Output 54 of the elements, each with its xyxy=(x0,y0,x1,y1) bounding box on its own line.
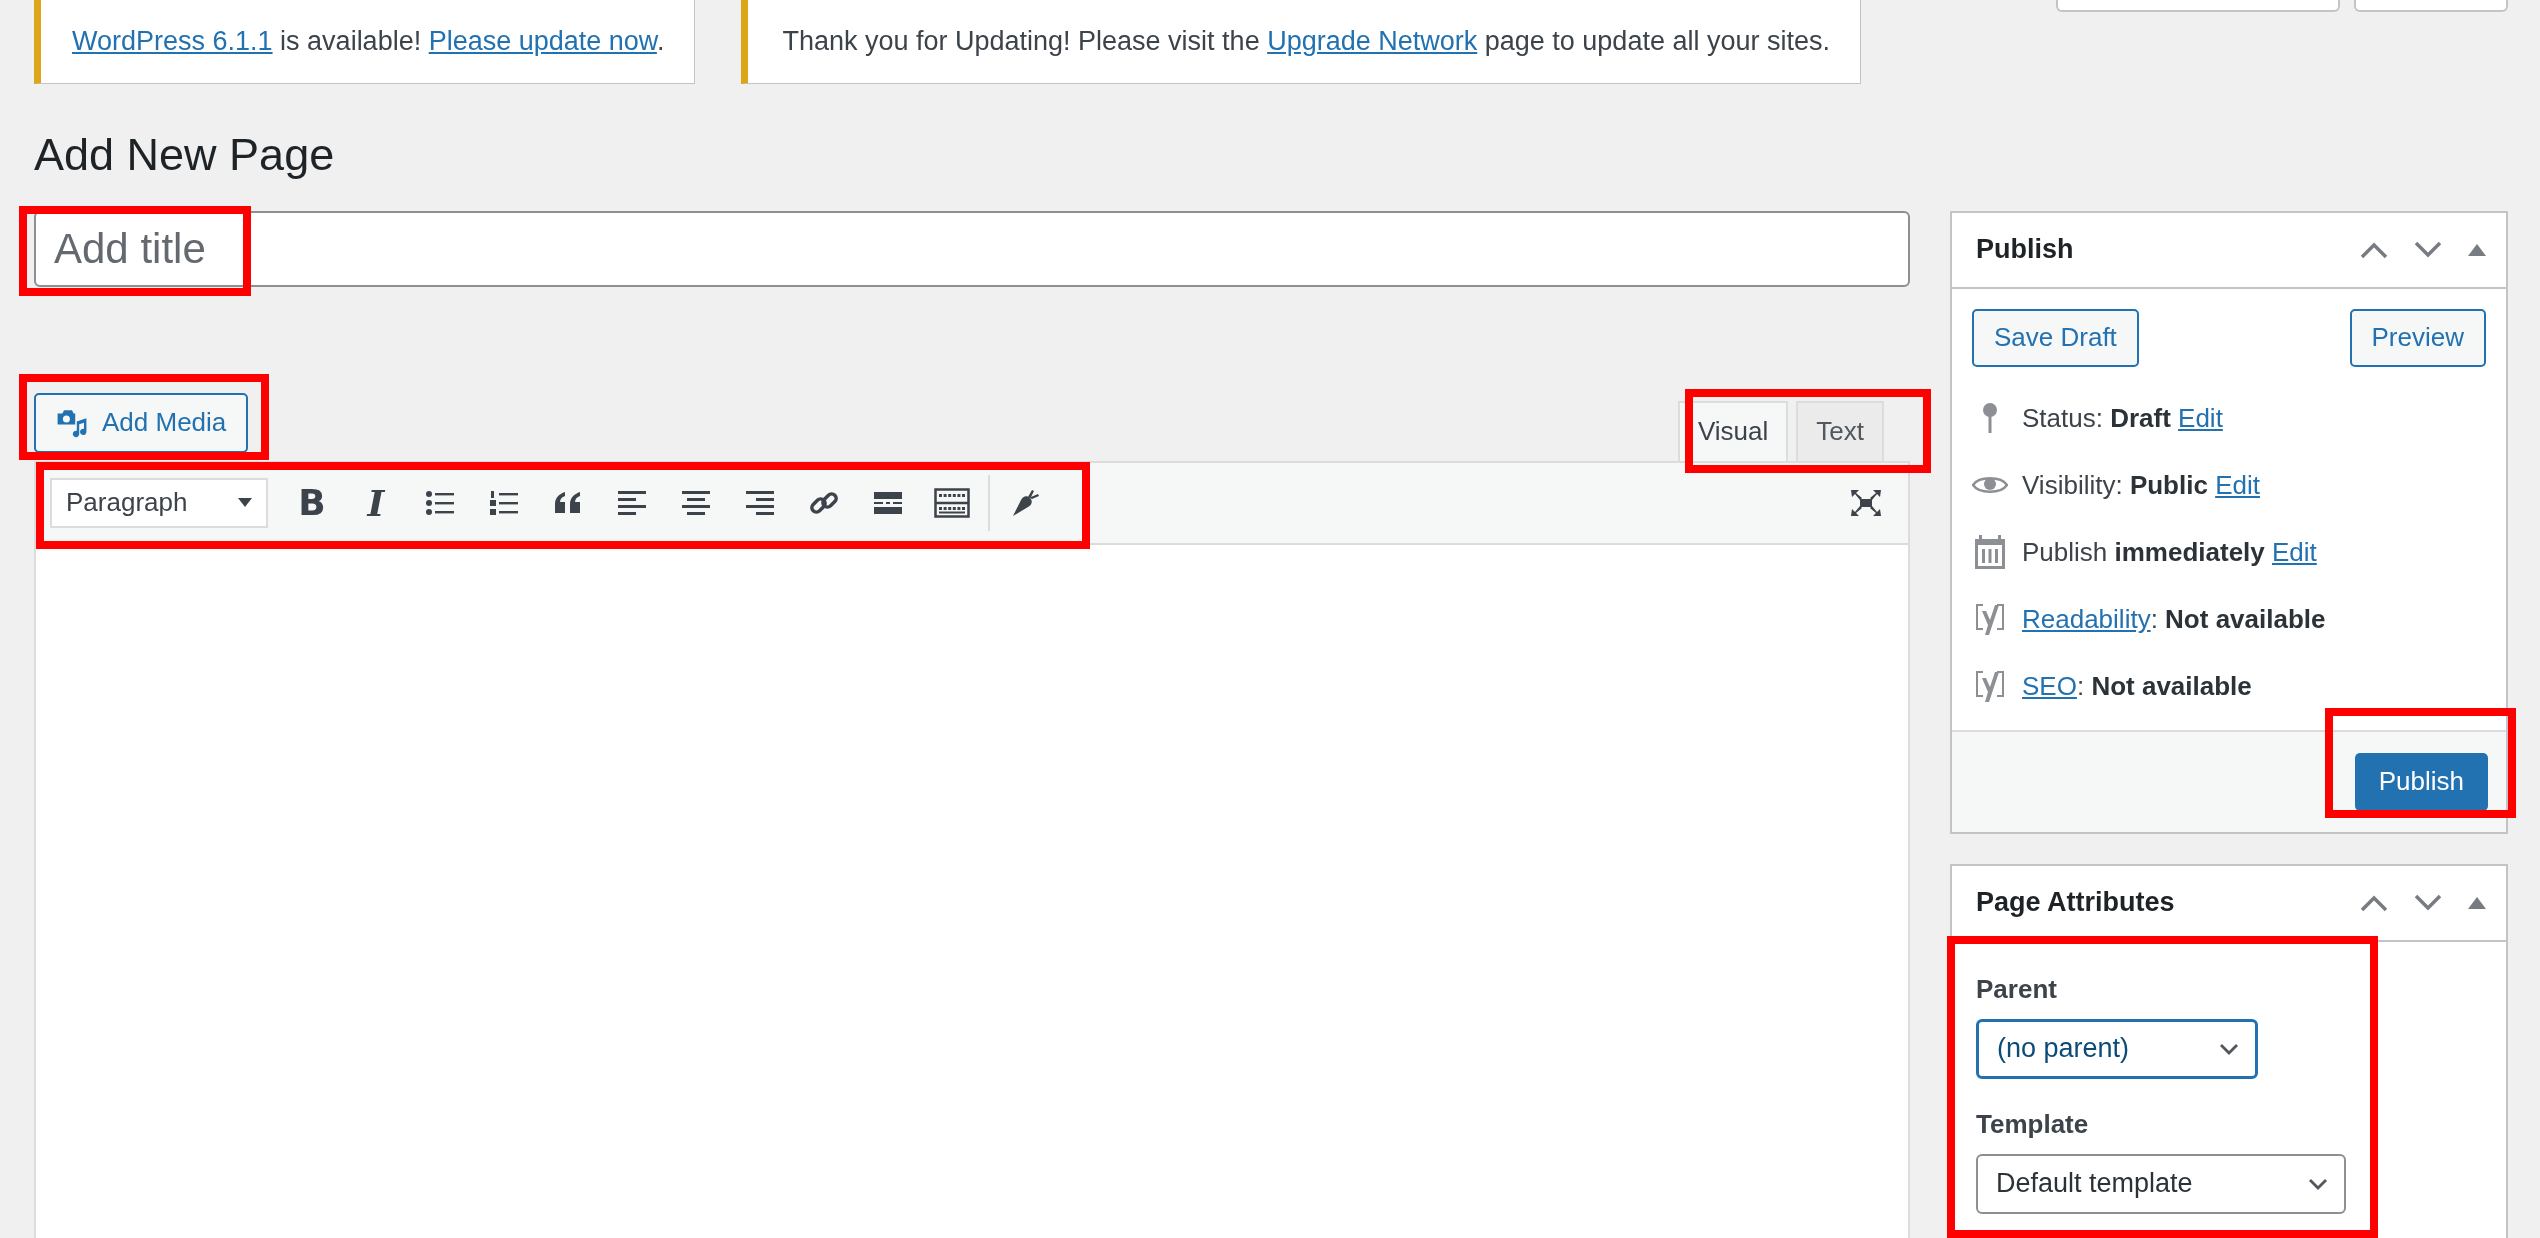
page-heading: Add New Page xyxy=(34,130,336,180)
dropdown-triangle-icon xyxy=(238,497,252,508)
italic-button[interactable]: I xyxy=(348,474,404,531)
quote-icon xyxy=(553,490,583,515)
preview-button[interactable]: Preview xyxy=(2349,308,2486,367)
carrot-icon xyxy=(1011,487,1041,518)
editor-tab[interactable]: Text xyxy=(1796,400,1884,461)
publish-setting-text: SEO: Not available xyxy=(2022,670,2252,702)
setting-link[interactable]: Edit xyxy=(2178,402,2223,433)
triangle-up-icon xyxy=(2468,895,2486,910)
bulleted-list-icon xyxy=(425,488,455,517)
notice-link[interactable]: Upgrade Network xyxy=(1267,26,1478,56)
triangle-up-icon xyxy=(2468,242,2486,257)
add-media-button[interactable]: Add Media xyxy=(34,392,249,453)
field-label: Parent xyxy=(1976,973,2058,1005)
chevron-down-icon xyxy=(2414,893,2442,912)
text-align-icon xyxy=(617,489,647,516)
publish-setting-text: Publish immediately Edit xyxy=(2022,536,2317,568)
keyboard-icon xyxy=(934,487,970,518)
setting-link[interactable]: SEO xyxy=(2022,670,2077,701)
chevron-up-icon xyxy=(2360,893,2388,912)
publish-setting-text: Readability: Not available xyxy=(2022,603,2326,635)
chevron-down-icon xyxy=(2308,1177,2328,1190)
setting-link[interactable]: Edit xyxy=(2272,536,2317,567)
page-break-icon xyxy=(873,490,903,515)
editor-area[interactable]: Paragraph B I xyxy=(34,460,1910,1238)
dropdown-select[interactable]: Default template xyxy=(1976,1153,2346,1214)
editor-tab[interactable]: Visual xyxy=(1677,400,1789,461)
chevron-up-icon xyxy=(2360,240,2388,259)
notice-link[interactable]: WordPress 6.1.1 xyxy=(72,26,273,56)
format-select[interactable]: Paragraph xyxy=(50,477,268,528)
chevron-down-icon xyxy=(2414,240,2442,259)
publish-setting-text: Visibility: Public Edit xyxy=(2022,469,2260,501)
bold-button[interactable]: B xyxy=(284,474,340,531)
publish-button[interactable]: Publish xyxy=(2354,752,2488,811)
fullscreen-icon xyxy=(1850,488,1882,517)
text-align-icon xyxy=(681,489,711,516)
setting-link[interactable]: Edit xyxy=(2215,469,2260,500)
calendar-icon xyxy=(1972,535,2008,569)
numbered-list-icon xyxy=(489,488,519,517)
publish-setting-text: Status: Draft Edit xyxy=(2022,402,2223,434)
dropdown-select[interactable]: (no parent) xyxy=(1976,1018,2258,1079)
chevron-down-icon xyxy=(2219,1042,2239,1055)
setting-link[interactable]: Readability xyxy=(2022,603,2151,634)
notice-link[interactable]: Please update now xyxy=(428,26,657,56)
text-align-icon xyxy=(745,489,775,516)
field-label: Template xyxy=(1976,1108,2090,1140)
notice-text: WordPress 6.1.1 is available! Please update now. xyxy=(72,26,665,57)
eye-icon xyxy=(1972,474,2008,496)
panel-title: Publish xyxy=(1976,234,2074,265)
title-field[interactable]: Add title xyxy=(34,210,1910,287)
panel-title: Page Attributes xyxy=(1976,887,2175,918)
notice-text: Thank you for Updating! Please visit the Upgrade Network page to update all your sites. xyxy=(782,26,1830,57)
save-draft-button[interactable]: Save Draft xyxy=(1972,308,2139,367)
